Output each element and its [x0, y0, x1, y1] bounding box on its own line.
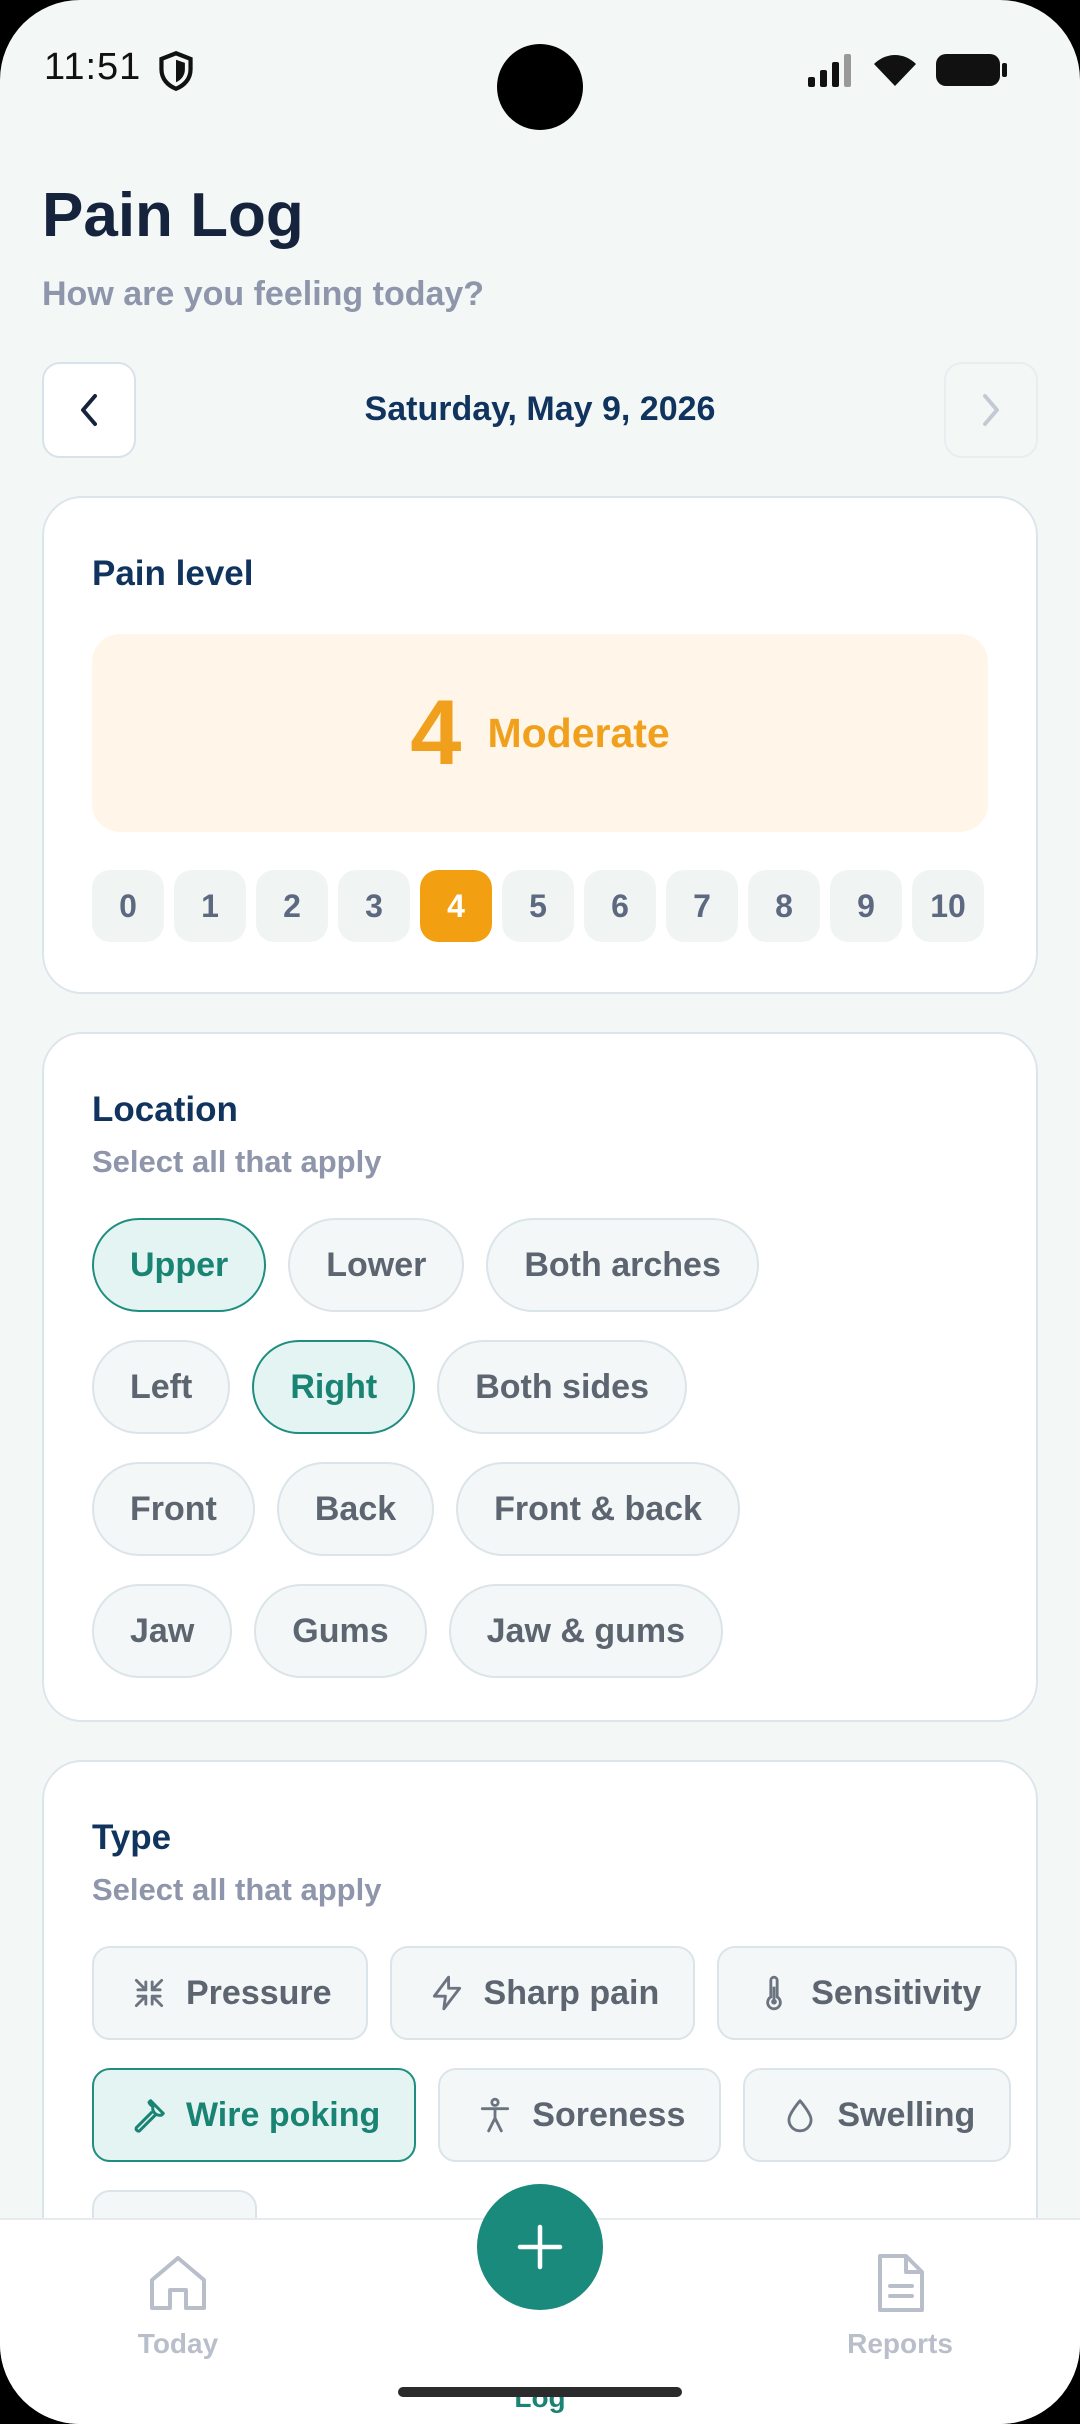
status-icons — [808, 52, 1008, 88]
location-chip-left[interactable]: Left — [92, 1340, 231, 1434]
location-chip-jaw-gums[interactable]: Jaw & gums — [448, 1584, 724, 1678]
document-icon — [878, 2254, 924, 2312]
chevron-right-icon — [983, 394, 999, 426]
type-chip-label: Sensitivity — [811, 1973, 982, 2012]
type-chip-row: Wire poking Soreness Swelling — [92, 2068, 1012, 2162]
location-chip-upper[interactable]: Upper — [92, 1218, 267, 1312]
location-chip-row: Upper Lower Both arches — [92, 1218, 992, 1312]
pain-scale-button-1[interactable]: 1 — [174, 870, 246, 942]
type-chip-label: Sharp pain — [483, 1973, 660, 2012]
pain-level-card: Pain level 4 Moderate 0 1 2 3 4 5 6 7 8 9 10 — [42, 496, 1038, 994]
location-chip-right[interactable]: Right — [252, 1340, 416, 1434]
status-time: 11:51 — [44, 46, 142, 88]
type-chip-pressure[interactable]: Pressure — [92, 1946, 368, 2040]
pain-scale-button-7[interactable]: 7 — [666, 870, 738, 942]
nav-reports-label: Reports — [847, 2328, 953, 2359]
thermometer-icon — [766, 1975, 782, 2011]
location-subtitle: Select all that apply — [92, 1144, 382, 1179]
pain-scale-button-10[interactable]: 10 — [912, 870, 984, 942]
current-date: Saturday, May 9, 2026 — [364, 390, 716, 428]
location-chip-back[interactable]: Back — [276, 1462, 435, 1556]
location-chip-both-arches[interactable]: Both arches — [486, 1218, 759, 1312]
nav-today[interactable]: Today — [78, 2252, 278, 2360]
type-chip-label: Soreness — [532, 2095, 686, 2134]
pain-scale-button-0[interactable]: 0 — [92, 870, 164, 942]
phone-screen: 11:51 Pain Log How are you feeling today… — [0, 0, 1080, 2424]
wrench-icon — [134, 2099, 165, 2133]
pain-level-value: 4 — [410, 681, 462, 784]
location-chip-both-sides[interactable]: Both sides — [437, 1340, 687, 1434]
pain-scale-button-4[interactable]: 4 — [420, 870, 492, 942]
front-camera — [497, 44, 583, 130]
home-icon — [150, 2256, 206, 2310]
droplet-icon — [787, 2099, 813, 2133]
plus-icon — [517, 2224, 563, 2270]
location-card: Location Select all that apply Upper Lowe… — [42, 1032, 1038, 1722]
type-chip-row: Pressure Sharp pain Sensitivity — [92, 1946, 1018, 2040]
pain-scale-button-3[interactable]: 3 — [338, 870, 410, 942]
pain-level-descriptor: Moderate — [487, 709, 670, 756]
lightning-icon — [432, 1975, 461, 2011]
date-navigator: Saturday, May 9, 2026 — [42, 362, 1038, 458]
home-indicator[interactable] — [398, 2387, 682, 2397]
pain-level-display: 4 Moderate — [92, 634, 988, 832]
pain-scale-button-5[interactable]: 5 — [502, 870, 574, 942]
type-chip-label: Pressure — [186, 1973, 332, 2012]
pain-scale-button-2[interactable]: 2 — [256, 870, 328, 942]
location-chip-row: Front Back Front & back — [92, 1462, 992, 1556]
next-day-button[interactable] — [944, 362, 1038, 458]
location-chip-gums[interactable]: Gums — [254, 1584, 427, 1678]
type-chip-sharp-pain[interactable]: Sharp pain — [389, 1946, 696, 2040]
nav-reports[interactable]: Reports — [800, 2252, 1000, 2360]
location-chip-jaw[interactable]: Jaw — [92, 1584, 233, 1678]
type-chip-sensitivity[interactable]: Sensitivity — [717, 1946, 1018, 2040]
pain-scale-button-9[interactable]: 9 — [830, 870, 902, 942]
location-options: Upper Lower Both arches Left Right Both sides… — [92, 1218, 992, 1706]
wifi-icon — [874, 55, 916, 86]
type-chip-label: Wire poking — [186, 2095, 381, 2134]
location-chip-row: Left Right Both sides — [92, 1340, 992, 1434]
pain-scale: 0 1 2 3 4 5 6 7 8 9 10 — [92, 870, 988, 942]
type-chip-label: Swelling — [837, 2095, 976, 2134]
nav-today-label: Today — [137, 2328, 219, 2359]
compress-arrows-icon — [134, 1978, 164, 2008]
location-title: Location — [92, 1090, 238, 1129]
shield-icon — [159, 50, 193, 92]
page-title: Pain Log — [42, 181, 304, 250]
person-icon — [481, 2097, 510, 2133]
type-title: Type — [92, 1818, 172, 1857]
pain-scale-button-6[interactable]: 6 — [584, 870, 656, 942]
location-chip-front[interactable]: Front — [92, 1462, 255, 1556]
type-chip-soreness[interactable]: Soreness — [438, 2068, 722, 2162]
location-chip-row: Jaw Gums Jaw & gums — [92, 1584, 992, 1678]
location-chip-lower[interactable]: Lower — [288, 1218, 465, 1312]
type-chip-wire-poking[interactable]: Wire poking — [92, 2068, 417, 2162]
type-subtitle: Select all that apply — [92, 1872, 382, 1907]
pain-level-title: Pain level — [92, 554, 254, 593]
add-log-button[interactable] — [477, 2184, 603, 2310]
location-chip-front-back[interactable]: Front & back — [456, 1462, 740, 1556]
type-chip-swelling[interactable]: Swelling — [743, 2068, 1012, 2162]
signal-icon — [808, 54, 851, 87]
battery-icon — [936, 54, 1007, 86]
pain-scale-button-8[interactable]: 8 — [748, 870, 820, 942]
page-subtitle: How are you feeling today? — [42, 275, 485, 313]
